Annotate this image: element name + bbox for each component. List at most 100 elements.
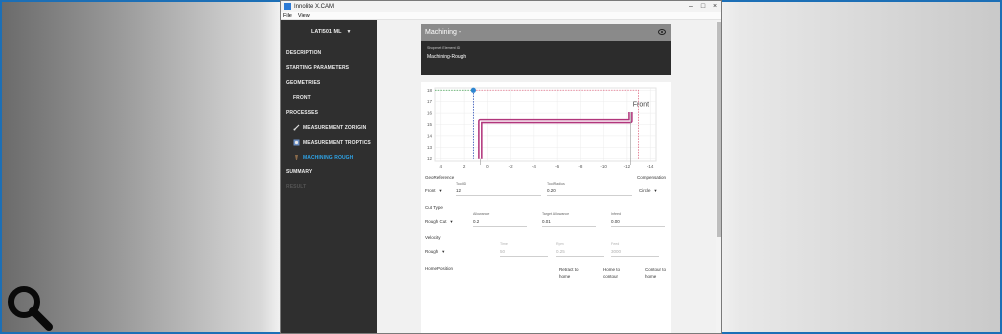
chart-annotation: Front	[633, 101, 649, 108]
chart-x-tick-label: -4	[532, 164, 536, 169]
chart-y-tick-label: 16	[427, 111, 433, 116]
tool-id-underline	[456, 195, 541, 196]
compensation-value: Circle	[639, 188, 651, 193]
machine-name: LATI501 ML	[311, 29, 342, 35]
geo-reference-label: GeoReference	[425, 175, 455, 180]
minimize-button[interactable]: –	[685, 3, 697, 10]
eye-icon[interactable]	[658, 29, 666, 35]
title-bar: Innolite X.CAM – □ ×	[281, 1, 721, 12]
sidebar-item-processes[interactable]: PROCESSES	[286, 110, 318, 116]
tool-id-label: ToolID	[456, 182, 467, 186]
menu-file[interactable]: File	[283, 13, 292, 19]
main-content: Machining - Shopmet Element ID Machining…	[377, 20, 717, 333]
chart-x-tick-label: -14	[647, 164, 654, 169]
chevron-down-icon: ▼	[441, 249, 446, 254]
tool-icon	[295, 155, 298, 160]
cut-type-select[interactable]: Rough Cut ▼	[425, 219, 453, 224]
measure-icon	[293, 124, 300, 131]
target-allowance-label: Target Allowance	[542, 212, 570, 216]
home-to-contour-button[interactable]: Home to contour	[603, 266, 625, 280]
sidebar-item-geometries[interactable]: GEOMETRIES	[286, 80, 320, 86]
sidebar: LATI501 ML ▼ DESCRIPTION STARTING PARAME…	[281, 20, 377, 333]
cut-type-value: Rough Cut	[425, 219, 447, 224]
infeed-label: Infeed	[611, 212, 621, 216]
sidebar-item-description[interactable]: DESCRIPTION	[286, 50, 321, 56]
sidebar-item-label: MEASUREMENT ZORIGIN	[303, 124, 367, 131]
element-id-section: Shopmet Element ID Machining-Rough	[421, 41, 671, 75]
sidebar-item-starting-parameters[interactable]: STARTING PARAMETERS	[286, 65, 349, 71]
sidebar-item-front[interactable]: FRONT	[293, 95, 311, 101]
chevron-down-icon: ▼	[653, 188, 658, 193]
time-underline	[500, 256, 548, 257]
machine-selector[interactable]: LATI501 ML ▼	[311, 29, 351, 35]
time-label: Time	[500, 242, 508, 246]
contour-to-home-button[interactable]: Contour to home	[645, 266, 667, 280]
feed-underline	[611, 256, 659, 257]
chart-y-tick-label: 18	[427, 88, 433, 93]
window-title: Innolite X.CAM	[294, 3, 335, 10]
home-position-label: HomePosition	[425, 266, 454, 271]
element-id-label: Shopmet Element ID	[427, 46, 461, 50]
chevron-down-icon: ▼	[346, 29, 352, 35]
chart-y-tick-label: 14	[427, 133, 433, 138]
infeed-underline	[611, 226, 665, 227]
toolpath-chart: 4 2 0 -2 -4 -6 -8 -10 -12 -14 18 17 16 15 14 13 12 Front	[421, 85, 671, 177]
chart-y-tick-label: 12	[427, 156, 433, 161]
infeed-field[interactable]: 0.00	[611, 219, 620, 224]
velocity-value: Rough	[425, 249, 439, 254]
time-field: 50	[500, 249, 506, 254]
chart-x-tick-label: 4	[440, 164, 443, 169]
app-icon	[284, 3, 291, 10]
feed-label: Feed	[611, 242, 620, 246]
sidebar-item-summary[interactable]: SUMMARY	[286, 169, 312, 175]
chart-y-tick-label: 17	[427, 99, 433, 104]
panel-header: Machining -	[421, 24, 671, 41]
rpm-underline	[556, 256, 604, 257]
compensation-select[interactable]: Circle ▼	[639, 188, 657, 193]
chart-y-tick-label: 13	[427, 145, 433, 150]
tool-radius-label: ToolRadius	[547, 182, 565, 186]
chevron-down-icon: ▼	[449, 219, 454, 224]
chart-x-tick-label: -2	[509, 164, 513, 169]
retract-to-home-button[interactable]: Retract to home	[559, 266, 581, 280]
chart-y-tick-label: 15	[427, 122, 433, 127]
element-id-field[interactable]: Machining-Rough	[427, 54, 466, 60]
sidebar-item-label: MEASUREMENT TROPTICS	[303, 139, 371, 146]
target-allowance-field[interactable]: 0.01	[542, 219, 551, 224]
panel-title: Machining -	[425, 29, 462, 36]
tool-radius-underline	[547, 195, 632, 196]
sidebar-item-measurement-troptics[interactable]: MEASUREMENT TROPTICS	[293, 139, 371, 146]
velocity-select[interactable]: Rough ▼	[425, 249, 445, 254]
allowance-label: Allowance	[473, 212, 490, 216]
geo-reference-select[interactable]: Front ▼	[425, 188, 442, 193]
optics-icon	[293, 139, 300, 146]
allowance-underline	[473, 226, 527, 227]
tool-radius-field[interactable]: 0.20	[547, 188, 556, 193]
rpm-label: Rpm	[556, 242, 564, 246]
scrollbar-thumb[interactable]	[717, 22, 721, 237]
chart-x-tick-label: -8	[578, 164, 582, 169]
chart-point	[470, 87, 476, 93]
velocity-label: Velocity	[425, 235, 441, 240]
chevron-down-icon: ▼	[438, 188, 443, 193]
sidebar-item-label: MACHINING ROUGH	[303, 154, 354, 161]
scrollbar[interactable]	[716, 20, 721, 333]
chart-x-tick-label: -12	[624, 164, 631, 169]
chart-x-tick-label: 2	[463, 164, 466, 169]
maximize-button[interactable]: □	[697, 3, 709, 10]
close-button[interactable]: ×	[709, 3, 721, 10]
chart-x-tick-label: -6	[555, 164, 559, 169]
compensation-label: Compensation	[637, 175, 667, 180]
sidebar-item-measurement-zorigin[interactable]: MEASUREMENT ZORIGIN	[293, 124, 366, 131]
target-allowance-underline	[542, 226, 596, 227]
machining-card: 4 2 0 -2 -4 -6 -8 -10 -12 -14 18 17 16 15 14 13 12 Front …	[421, 82, 671, 333]
chart-x-tick-label: 0	[486, 164, 489, 169]
menu-bar: File View	[281, 12, 721, 20]
allowance-field[interactable]: 0.2	[473, 219, 479, 224]
magnifier-icon	[8, 286, 53, 331]
sidebar-item-machining-rough[interactable]: MACHINING ROUGH	[293, 154, 353, 161]
tool-id-field[interactable]: 12	[456, 188, 461, 193]
cut-type-label: Cut Type	[425, 205, 443, 210]
menu-view[interactable]: View	[298, 13, 310, 19]
feed-field: 3000	[611, 249, 622, 254]
